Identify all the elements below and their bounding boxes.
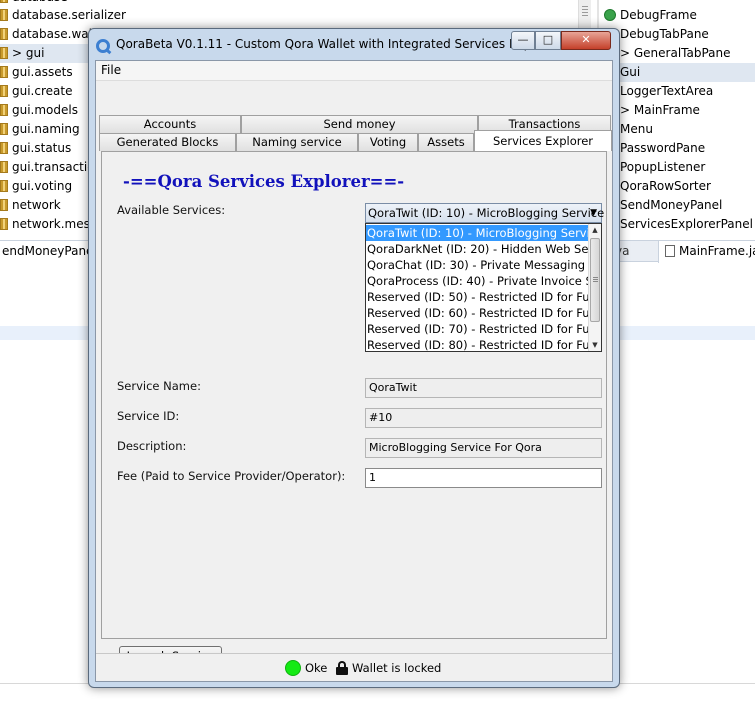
tab-services-explorer[interactable]: Services Explorer <box>474 130 612 151</box>
qora-wallet-window: QoraBeta V0.1.11 - Custom Qora Wallet wi… <box>88 28 620 688</box>
services-explorer-panel: -==Qora Services Explorer==- Available S… <box>101 151 607 667</box>
menu-file[interactable]: File <box>99 63 123 77</box>
dropdown-scrollbar[interactable]: ▲ ▼ <box>588 224 601 351</box>
desktop: database database.serializer database.wa… <box>0 0 755 716</box>
tree-item[interactable]: gui.status <box>0 139 71 158</box>
tree-item[interactable]: Gui <box>604 63 755 82</box>
package-icon <box>0 123 8 135</box>
window-client-area: File Accounts Send money Transactions Ge… <box>95 60 613 682</box>
tree-item[interactable]: ServicesExplorerPanel <box>604 215 753 234</box>
editor-tab[interactable]: endMoneyPanel <box>0 241 90 263</box>
package-icon <box>0 9 8 21</box>
list-item[interactable]: Reserved (ID: 60) - Restricted ID for Fu… <box>366 305 589 321</box>
tree-item[interactable]: network <box>0 196 61 215</box>
service-id-field[interactable]: #10 <box>365 408 602 428</box>
package-icon <box>0 161 8 173</box>
tab-voting[interactable]: Voting <box>358 133 418 151</box>
maximize-button[interactable]: □ <box>535 31 561 50</box>
tree-item[interactable]: gui.naming <box>0 120 80 139</box>
package-icon <box>0 104 8 116</box>
tab-row-bottom: Generated Blocks Naming service Voting A… <box>99 130 612 151</box>
tree-item[interactable]: > gui <box>0 44 90 63</box>
fee-field[interactable]: 1 <box>365 468 602 488</box>
package-icon <box>0 47 8 59</box>
lock-icon <box>336 661 348 675</box>
scroll-up-icon[interactable]: ▲ <box>589 224 601 236</box>
services-dropdown-list: QoraTwit (ID: 10) - MicroBlogging Servic… <box>365 223 602 352</box>
tree-item[interactable]: QoraRowSorter <box>604 177 711 196</box>
window-title: QoraBeta V0.1.11 - Custom Qora Wallet wi… <box>116 37 559 51</box>
wallet-lock-status: Wallet is locked <box>352 661 442 675</box>
tab-accounts[interactable]: Accounts <box>99 115 241 133</box>
title-bar[interactable]: QoraBeta V0.1.11 - Custom Qora Wallet wi… <box>89 29 619 61</box>
description-field[interactable]: MicroBlogging Service For Qora <box>365 438 602 458</box>
available-services-label: Available Services: <box>117 203 226 217</box>
services-combobox[interactable]: QoraTwit (ID: 10) - MicroBlogging Servic… <box>365 203 605 223</box>
close-button[interactable]: ✕ <box>561 31 611 50</box>
status-ok-text: Oke <box>305 661 328 675</box>
fee-label: Fee (Paid to Service Provider/Operator): <box>117 469 346 483</box>
list-item[interactable]: Reserved (ID: 50) - Restricted ID for Fu… <box>366 289 589 305</box>
tree-item[interactable]: gui.transaction <box>0 158 102 177</box>
package-icon <box>0 85 8 97</box>
tree-item[interactable]: > GeneralTabPane <box>604 44 731 63</box>
combobox-value: QoraTwit (ID: 10) - MicroBlogging Servic… <box>368 206 605 220</box>
tab-send-money[interactable]: Send money <box>241 115 478 133</box>
list-item[interactable]: QoraDarkNet (ID: 20) - Hidden Web Servic… <box>366 241 589 257</box>
tab-assets[interactable]: Assets <box>418 133 474 151</box>
package-icon <box>0 28 8 40</box>
service-name-field[interactable]: QoraTwit <box>365 378 602 398</box>
package-icon <box>0 142 8 154</box>
status-ok-icon <box>285 660 301 676</box>
tree-item[interactable]: DebugFrame <box>604 6 697 25</box>
package-icon <box>0 199 8 211</box>
package-icon <box>0 218 8 230</box>
java-file-icon <box>665 245 675 257</box>
panel-heading: -==Qora Services Explorer==- <box>123 172 405 191</box>
list-item[interactable]: QoraTwit (ID: 10) - MicroBlogging Servic… <box>366 225 589 241</box>
menu-bar: File <box>96 61 612 81</box>
package-explorer: database database.serializer database.wa… <box>0 0 126 270</box>
chevron-down-icon[interactable]: ▼ <box>590 204 597 222</box>
tree-item[interactable]: LoggerTextArea <box>604 82 713 101</box>
tree-item[interactable]: gui.models <box>0 101 78 120</box>
tree-item[interactable]: database.serializer <box>0 6 126 25</box>
package-icon <box>0 180 8 192</box>
tree-item[interactable]: SendMoneyPanel <box>604 196 722 215</box>
minimize-button[interactable]: — <box>511 31 535 50</box>
scroll-thumb[interactable] <box>590 238 600 322</box>
service-name-label: Service Name: <box>117 379 201 393</box>
list-item[interactable]: QoraChat (ID: 30) - Private Messaging Se… <box>366 257 589 273</box>
scroll-grip-icon <box>582 6 588 18</box>
package-icon <box>0 66 8 78</box>
ide-scrollbar[interactable] <box>578 0 591 30</box>
outline-view: DebugFrame DebugTabPane > GeneralTabPane… <box>604 0 755 240</box>
package-icon <box>0 0 8 3</box>
list-item[interactable]: Reserved (ID: 70) - Restricted ID for Fu… <box>366 321 589 337</box>
service-id-label: Service ID: <box>117 409 180 423</box>
tab-naming-service[interactable]: Naming service <box>236 133 358 151</box>
list-item[interactable]: QoraProcess (ID: 40) - Private Invoice S… <box>366 273 589 289</box>
tree-item[interactable]: gui.assets <box>0 63 73 82</box>
scroll-down-icon[interactable]: ▼ <box>589 339 601 351</box>
tree-item[interactable]: gui.create <box>0 82 72 101</box>
class-icon <box>604 9 616 21</box>
editor-tab-mainframe[interactable]: MainFrame.java <box>658 241 755 263</box>
description-label: Description: <box>117 439 187 453</box>
list-item[interactable]: Reserved (ID: 80) - Restricted ID for Fu… <box>366 337 589 351</box>
status-bar: Oke Wallet is locked <box>96 653 612 681</box>
tree-item[interactable]: gui.voting <box>0 177 72 196</box>
tab-generated-blocks[interactable]: Generated Blocks <box>99 133 236 151</box>
qora-logo-icon <box>96 39 110 53</box>
